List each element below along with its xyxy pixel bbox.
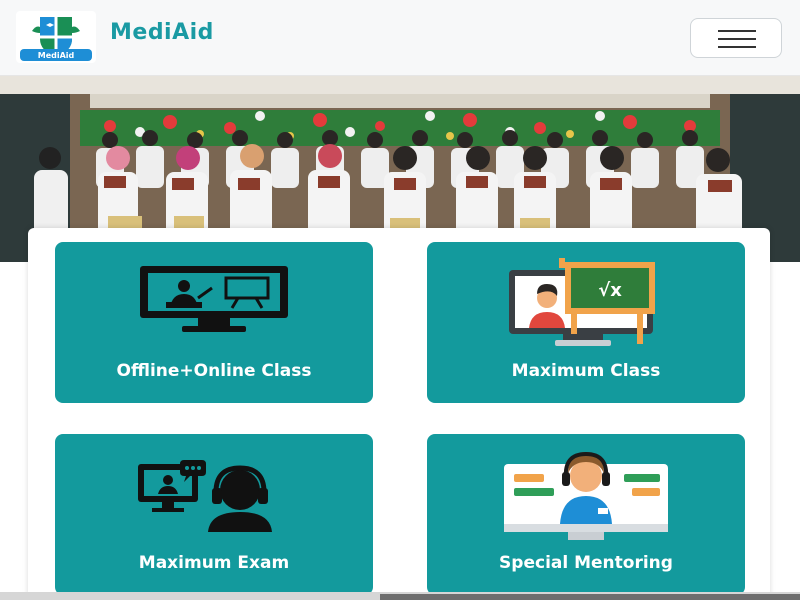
navbar: MediAid MediAid [0, 0, 800, 76]
brand-name[interactable]: MediAid [110, 20, 214, 45]
feature-label: Offline+Online Class [116, 361, 312, 381]
feature-card-special-mentoring[interactable]: Special Mentoring [427, 434, 745, 595]
feature-label: Maximum Class [511, 361, 661, 381]
features-panel: Offline+Online Class √x Maximum Class Ma… [28, 228, 770, 600]
mentor-headset-icon [502, 448, 670, 548]
exam-support-icon [136, 460, 292, 536]
teacher-screen-icon [138, 264, 290, 340]
brand-logo[interactable]: MediAid [16, 11, 96, 63]
menu-toggle-button[interactable] [690, 18, 782, 58]
logo-text: MediAid [38, 51, 75, 60]
horizontal-scrollbar[interactable] [0, 592, 800, 600]
svg-text:√x: √x [598, 280, 622, 301]
feature-card-maximum-exam[interactable]: Maximum Exam [55, 434, 373, 595]
online-lecture-icon: √x [507, 258, 665, 354]
feature-card-maximum-class[interactable]: √x Maximum Class [427, 242, 745, 403]
scrollbar-thumb[interactable] [380, 594, 800, 600]
feature-label: Special Mentoring [499, 553, 673, 573]
hamburger-menu-icon [718, 30, 756, 32]
feature-card-offline-online-class[interactable]: Offline+Online Class [55, 242, 373, 403]
feature-label: Maximum Exam [138, 553, 290, 573]
